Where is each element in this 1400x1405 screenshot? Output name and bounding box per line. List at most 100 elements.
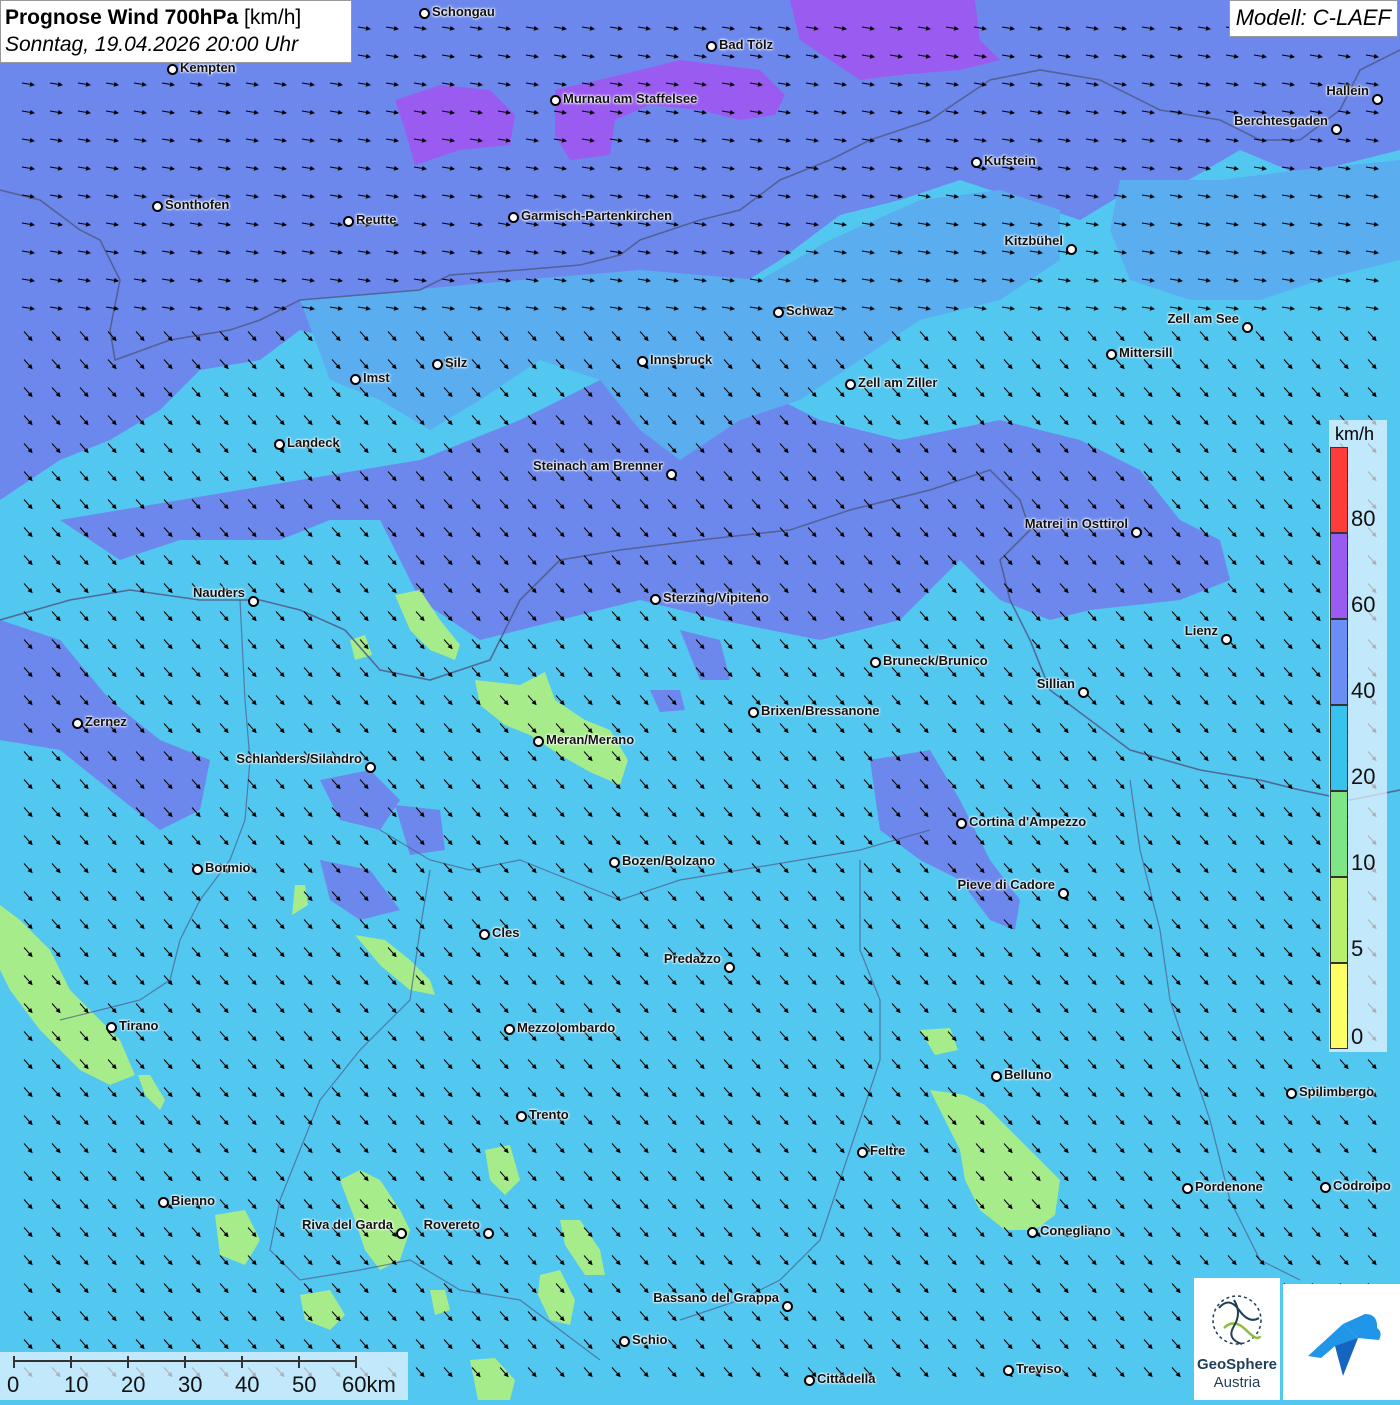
city-marker [1078, 687, 1089, 698]
color-legend: km/h 80 60 40 20 10 5 0 [1329, 420, 1387, 1052]
city-marker [637, 356, 648, 367]
cloud-arrow-icon [1308, 1314, 1381, 1376]
forecast-date: Sonntag, 19.04.2026 20:00 Uhr [5, 33, 299, 56]
city-marker [1058, 888, 1069, 899]
city-label: Zernez [85, 714, 127, 729]
city-marker [1286, 1088, 1297, 1099]
city-label: Schongau [432, 4, 495, 19]
city-marker [666, 469, 677, 480]
title-box: Prognose Wind 700hPa [km/h] Sonntag, 19.… [0, 0, 352, 63]
city-marker [650, 594, 661, 605]
city-marker [72, 718, 83, 729]
scale-bar: 0 10 20 30 40 50 60km [0, 1352, 408, 1400]
scale-label: 40 [235, 1372, 260, 1397]
city-label: Bad Tölz [719, 37, 774, 52]
city-label: Mittersill [1119, 345, 1173, 360]
legend-label: 0 [1351, 1024, 1364, 1049]
city-marker [483, 1228, 494, 1239]
city-label: Reutte [356, 212, 397, 227]
city-label: Cittadella [817, 1371, 876, 1386]
city-marker [619, 1336, 630, 1347]
city-marker [1221, 634, 1232, 645]
scale-label: 60km [342, 1372, 396, 1397]
legend-color-swatch [1330, 533, 1348, 619]
city-label: Sonthofen [165, 197, 230, 212]
legend-label: 80 [1351, 506, 1376, 531]
city-label: Matrei in Osttirol [1024, 516, 1128, 531]
city-marker [1182, 1183, 1193, 1194]
legend-label: 40 [1351, 678, 1376, 703]
city-label: Feltre [870, 1143, 906, 1158]
city-marker [274, 439, 285, 450]
city-label: Belluno [1004, 1067, 1052, 1082]
city-marker [857, 1147, 868, 1158]
city-marker [971, 157, 982, 168]
city-marker [845, 379, 856, 390]
city-marker [365, 762, 376, 773]
city-label: Schwaz [786, 303, 834, 318]
city-label: Bassano del Grappa [653, 1290, 779, 1305]
city-label: Spilimbergo [1299, 1084, 1375, 1099]
city-label: Zell am Ziller [858, 375, 938, 390]
city-label: Zell am See [1167, 311, 1239, 326]
city-marker [956, 818, 967, 829]
city-label: Schlanders/Silandro [236, 751, 362, 766]
city-label: Landeck [287, 435, 340, 450]
legend-color-swatch [1330, 877, 1348, 963]
city-marker [870, 657, 881, 668]
weather-app-logo [1283, 1284, 1400, 1400]
city-marker [991, 1071, 1002, 1082]
city-label: Schio [632, 1332, 668, 1347]
city-label: Rovereto [423, 1217, 480, 1232]
city-label: Predazzo [663, 951, 721, 966]
map-title: Prognose Wind 700hPa [km/h] [5, 6, 302, 29]
city-marker [396, 1228, 407, 1239]
logo-name-line1: GeoSphere [1196, 1356, 1278, 1373]
scale-label: 0 [7, 1372, 20, 1397]
legend-color-swatch [1330, 791, 1348, 877]
city-marker [1003, 1365, 1014, 1376]
city-label: Cortina d'Ampezzo [969, 814, 1087, 829]
city-label: Kufstein [984, 153, 1036, 168]
city-marker [804, 1375, 815, 1386]
city-marker [748, 707, 759, 718]
legend-label: 60 [1351, 592, 1376, 617]
scale-label: 20 [121, 1372, 146, 1397]
scale-label: 50 [292, 1372, 317, 1397]
city-label: Garmisch-Partenkirchen [521, 208, 673, 223]
city-marker [432, 359, 443, 370]
legend-label: 20 [1351, 764, 1376, 789]
city-marker [350, 374, 361, 385]
city-label: Brixen/Bressanone [761, 703, 880, 718]
legend-unit: km/h [1335, 424, 1375, 444]
city-marker [152, 201, 163, 212]
city-marker [192, 864, 203, 875]
city-label: Treviso [1016, 1361, 1062, 1376]
legend-color-swatch [1330, 963, 1348, 1049]
city-label: Bozen/Bolzano [622, 853, 716, 868]
city-marker [343, 216, 354, 227]
wind-forecast-map: Schongau Bad Tölz Kempten Murnau am Staffel… [0, 0, 1400, 1400]
city-label: Nauders [192, 585, 245, 600]
city-label: Meran/Merano [546, 732, 635, 747]
city-marker [516, 1111, 527, 1122]
city-label: Cles [492, 925, 520, 940]
city-marker [504, 1024, 515, 1035]
city-label: Imst [363, 370, 390, 385]
city-label: Kitzbühel [1004, 233, 1064, 248]
city-marker [1106, 349, 1117, 360]
city-label: Hallein [1326, 83, 1369, 98]
legend-color-swatch [1330, 705, 1348, 791]
geosphere-logo: GeoSphere Austria [1194, 1278, 1280, 1400]
city-marker [508, 212, 519, 223]
legend-label: 10 [1351, 850, 1376, 875]
city-label: Sillian [1036, 676, 1075, 691]
city-marker [1372, 94, 1383, 105]
city-label: Sterzing/Vipiteno [663, 590, 769, 605]
city-label: Bormio [205, 860, 251, 875]
city-label: Silz [445, 355, 468, 370]
city-label: Trento [529, 1107, 569, 1122]
logo-name-line2: Austria [1213, 1374, 1261, 1391]
legend-color-swatch [1330, 447, 1348, 533]
city-label: Riva del Garda [301, 1217, 393, 1232]
